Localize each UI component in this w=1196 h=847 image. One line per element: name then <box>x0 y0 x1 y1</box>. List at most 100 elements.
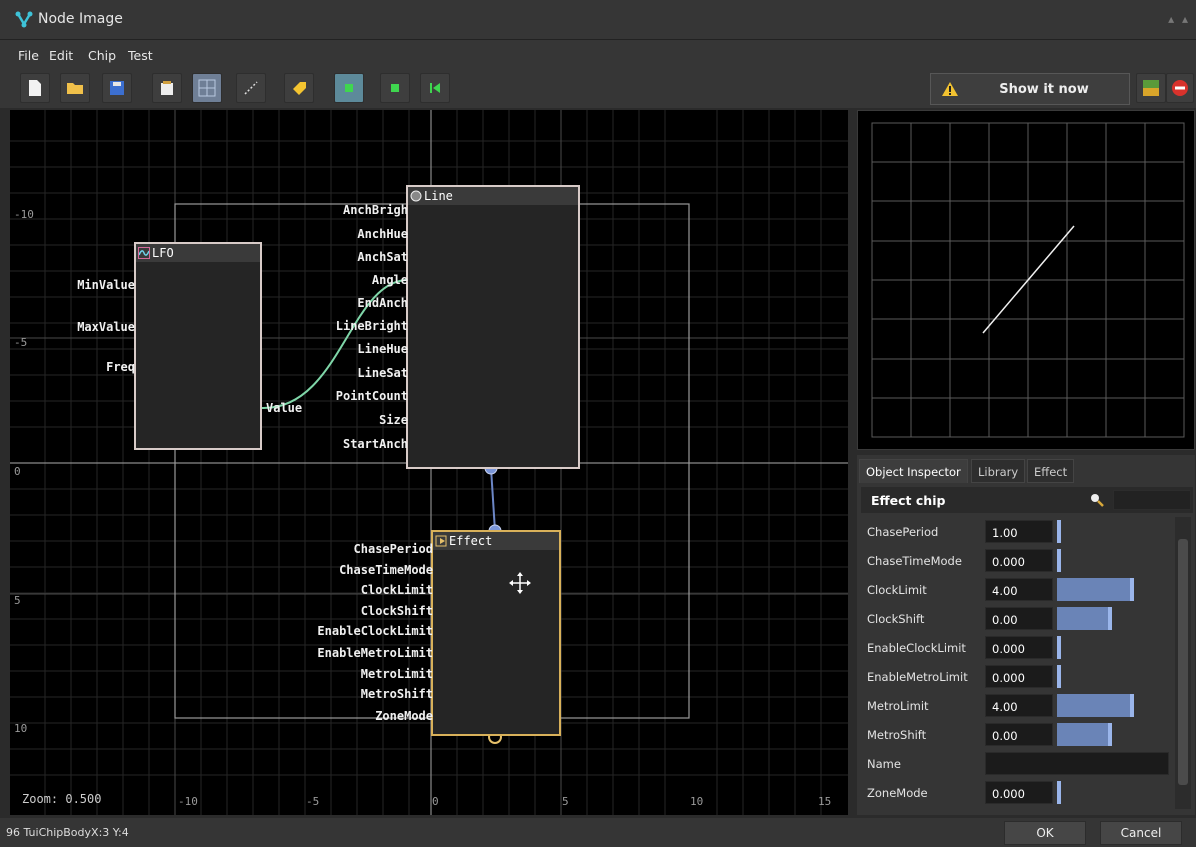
tag-button[interactable] <box>284 73 314 103</box>
property-value[interactable]: 1.00 <box>985 520 1053 543</box>
lfo-output-value[interactable]: Value <box>266 401 302 415</box>
menu-chip[interactable]: Chip <box>88 48 116 63</box>
new-file-button[interactable] <box>20 73 50 103</box>
grid-toggle-button[interactable] <box>192 73 222 103</box>
connect-tool-button[interactable] <box>236 73 266 103</box>
menu-test[interactable]: Test <box>128 48 153 63</box>
node-canvas[interactable]: -10 -5 0 5 10 -10 -5 0 5 10 15 LFO MinVa… <box>10 110 848 815</box>
x-tick-label: 15 <box>818 795 832 808</box>
property-row-enablemetrolimit[interactable]: EnableMetroLimit 0.000 <box>861 662 1173 690</box>
menu-file[interactable]: File <box>18 48 39 63</box>
lfo-input-minvalue[interactable]: MinValue <box>77 278 135 292</box>
search-icon[interactable] <box>1089 492 1105 508</box>
effect-node-header[interactable]: Effect <box>433 532 559 550</box>
effect-input-metroshift[interactable]: MetroShift <box>361 687 433 701</box>
effect-node-title: Effect <box>449 534 493 548</box>
line-input-endanch[interactable]: EndAnch <box>357 296 408 310</box>
play-button[interactable] <box>334 73 364 103</box>
menu-bar: File Edit Chip Test <box>0 40 1196 68</box>
property-slider[interactable] <box>1057 665 1167 688</box>
effect-input-chaseperiod[interactable]: ChasePeriod <box>354 542 433 556</box>
status-text: 96 TuiChipBodyX:3 Y:4 <box>6 826 129 839</box>
property-row-name[interactable]: Name <box>861 749 1173 777</box>
property-row-chasetimemode[interactable]: ChaseTimeMode 0.000 <box>861 546 1173 574</box>
slider-fill <box>1057 694 1134 717</box>
property-slider[interactable] <box>1057 694 1167 717</box>
property-value[interactable]: 0.000 <box>985 636 1053 659</box>
effect-input-enableclocklimit[interactable]: EnableClockLimit <box>317 624 433 638</box>
menu-edit[interactable]: Edit <box>49 48 73 63</box>
property-row-clockshift[interactable]: ClockShift 0.00 <box>861 604 1173 632</box>
effect-node[interactable]: Effect <box>431 530 561 736</box>
ok-button[interactable]: OK <box>1004 821 1086 845</box>
stop-sign-button[interactable] <box>1166 73 1194 103</box>
property-slider[interactable] <box>1057 636 1167 659</box>
y-tick-label: 5 <box>14 594 21 607</box>
effect-input-zonemode[interactable]: ZoneMode <box>375 709 433 723</box>
y-tick-label: -10 <box>14 208 34 221</box>
tab-library[interactable]: Library <box>971 459 1026 483</box>
line-input-linehue[interactable]: LineHue <box>357 342 408 356</box>
slider-fill <box>1057 549 1061 572</box>
x-tick-label: -5 <box>306 795 320 808</box>
line-input-angle[interactable]: Angle <box>372 273 408 287</box>
line-input-size[interactable]: Size <box>379 413 408 427</box>
save-button[interactable] <box>102 73 132 103</box>
line-input-startanch[interactable]: StartAnch <box>343 437 408 451</box>
property-row-enableclocklimit[interactable]: EnableClockLimit 0.000 <box>861 633 1173 661</box>
slider-fill <box>1057 665 1061 688</box>
effect-input-clocklimit[interactable]: ClockLimit <box>361 583 433 597</box>
line-input-anchbrigh[interactable]: AnchBrigh <box>343 203 408 217</box>
stop-button[interactable] <box>380 73 410 103</box>
effect-input-chasetimemode[interactable]: ChaseTimeMode <box>339 563 433 577</box>
effect-input-enablemetrolimit[interactable]: EnableMetroLimit <box>317 646 433 660</box>
tab-effect[interactable]: Effect <box>1027 459 1075 483</box>
property-value[interactable]: 4.00 <box>985 694 1053 717</box>
property-slider[interactable] <box>1057 723 1167 746</box>
property-row-chaseperiod[interactable]: ChasePeriod 1.00 <box>861 517 1173 545</box>
line-node-header[interactable]: Line <box>408 187 578 205</box>
line-input-anchhue[interactable]: AnchHue <box>357 227 408 241</box>
property-value[interactable]: 0.00 <box>985 723 1053 746</box>
property-value[interactable]: 4.00 <box>985 578 1053 601</box>
property-slider[interactable] <box>1057 781 1167 804</box>
effect-input-clockshift[interactable]: ClockShift <box>361 604 433 618</box>
property-row-zonemode[interactable]: ZoneMode 0.000 <box>861 778 1173 806</box>
window-title: Node Image <box>38 11 123 27</box>
show-it-now-button[interactable]: Show it now <box>930 73 1130 105</box>
lfo-node[interactable]: LFO <box>134 242 262 450</box>
property-value[interactable]: 0.00 <box>985 607 1053 630</box>
line-node[interactable]: Line <box>406 185 580 469</box>
property-row-clocklimit[interactable]: ClockLimit 4.00 <box>861 575 1173 603</box>
property-slider[interactable] <box>1057 520 1167 543</box>
inspector-scrollbar[interactable] <box>1175 517 1191 809</box>
cancel-button[interactable]: Cancel <box>1100 821 1182 845</box>
line-input-linesat[interactable]: LineSat <box>357 366 408 380</box>
lfo-input-freq[interactable]: Freq <box>106 360 135 374</box>
open-button[interactable] <box>60 73 90 103</box>
line-input-linebright[interactable]: LineBright <box>336 319 408 333</box>
lfo-node-header[interactable]: LFO <box>136 244 260 262</box>
property-value[interactable]: 0.000 <box>985 781 1053 804</box>
property-slider[interactable] <box>1057 607 1167 630</box>
search-input[interactable] <box>1113 490 1191 510</box>
lfo-input-maxvalue[interactable]: MaxValue <box>77 320 135 334</box>
property-row-metroshift[interactable]: MetroShift 0.00 <box>861 720 1173 748</box>
effect-input-metrolimit[interactable]: MetroLimit <box>361 667 433 681</box>
scrollbar-thumb[interactable] <box>1178 539 1188 785</box>
property-slider[interactable] <box>1057 549 1167 572</box>
property-slider[interactable] <box>1057 578 1167 601</box>
palette-button[interactable] <box>1136 73 1166 103</box>
export-icon <box>161 81 173 95</box>
property-value[interactable]: 0.000 <box>985 549 1053 572</box>
name-field[interactable] <box>985 752 1169 775</box>
export-button[interactable] <box>152 73 182 103</box>
move-cursor-icon <box>509 572 531 594</box>
tab-object-inspector[interactable]: Object Inspector <box>859 459 968 483</box>
line-input-pointcount[interactable]: PointCount <box>336 389 408 403</box>
line-input-anchsat[interactable]: AnchSat <box>357 250 408 264</box>
rewind-button[interactable] <box>420 73 450 103</box>
property-value[interactable]: 0.000 <box>985 665 1053 688</box>
window-controls[interactable]: ▴ ▴ <box>1168 12 1190 26</box>
property-row-metrolimit[interactable]: MetroLimit 4.00 <box>861 691 1173 719</box>
